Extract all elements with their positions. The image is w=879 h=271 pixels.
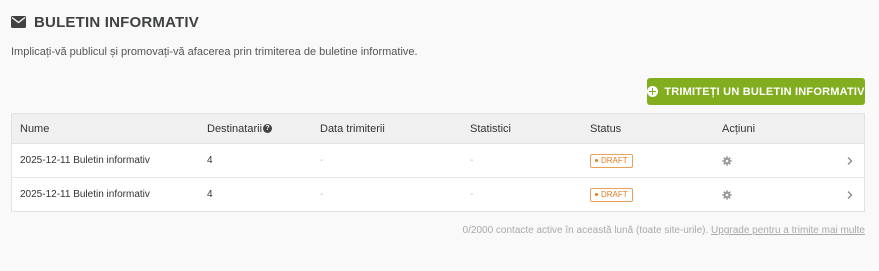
column-header-status: Status [590,122,622,135]
column-header-sent-date: Data trimiterii [320,122,385,135]
status-badge: DRAFT [590,187,633,202]
gear-icon[interactable] [722,189,732,200]
table-row[interactable]: 2025-12-11 Buletin informativ 4 - - DRAF… [12,178,864,211]
help-icon[interactable]: ? [263,124,273,133]
page-title: BULETIN INFORMATIV [34,13,199,31]
row-arrow[interactable] [846,144,854,177]
column-header-actions: Acțiuni [722,122,756,135]
send-newsletter-label: TRIMITEȚI UN BULETIN INFORMATIV [664,85,865,98]
actions-cell [722,144,732,177]
column-header-name: Nume [20,122,50,135]
actions-cell [722,178,732,211]
sent-date: - [320,189,324,200]
sent-date: - [320,155,324,166]
newsletter-name: 2025-12-11 Buletin informativ [20,189,150,200]
status-cell: DRAFT [590,144,633,177]
status-label: DRAFT [601,189,628,199]
send-newsletter-button[interactable]: TRIMITEȚI UN BULETIN INFORMATIV [647,78,865,105]
page-subtitle: Implicați-vă publicul și promovați-vă af… [11,46,418,58]
chevron-right-icon [847,190,853,199]
gear-icon[interactable] [722,155,732,166]
recipients-count: 4 [207,189,213,200]
status-dot [595,193,598,196]
status-label: DRAFT [601,155,628,165]
envelope-icon [11,16,26,28]
stats: - [470,155,474,166]
status-badge: DRAFT [590,153,633,168]
usage-text: 0/2000 contacte active în această lună (… [462,225,709,236]
row-arrow[interactable] [846,178,854,211]
page-header: BULETIN INFORMATIV [11,12,199,32]
stats: - [470,189,474,200]
chevron-right-icon [847,156,853,165]
status-dot [595,159,598,162]
table-header: Nume Destinatarii ? Data trimiterii Stat… [12,114,864,144]
column-header-recipients: Destinatarii ? [207,114,273,143]
newsletter-table: Nume Destinatarii ? Data trimiterii Stat… [11,113,865,212]
newsletter-name: 2025-12-11 Buletin informativ [20,155,150,166]
column-header-recipients-label: Destinatarii [207,122,263,135]
upgrade-link[interactable]: Upgrade pentru a trimite mai multe [711,225,865,236]
newsletter-page: BULETIN INFORMATIV Implicați-vă publicul… [0,0,879,271]
recipients-count: 4 [207,155,213,166]
plus-circle-icon [647,86,659,97]
column-header-stats: Statistici [470,122,511,135]
usage-footer: 0/2000 contacte active în această lună (… [463,225,865,236]
table-row[interactable]: 2025-12-11 Buletin informativ 4 - - DRAF… [12,144,864,178]
status-cell: DRAFT [590,178,633,211]
